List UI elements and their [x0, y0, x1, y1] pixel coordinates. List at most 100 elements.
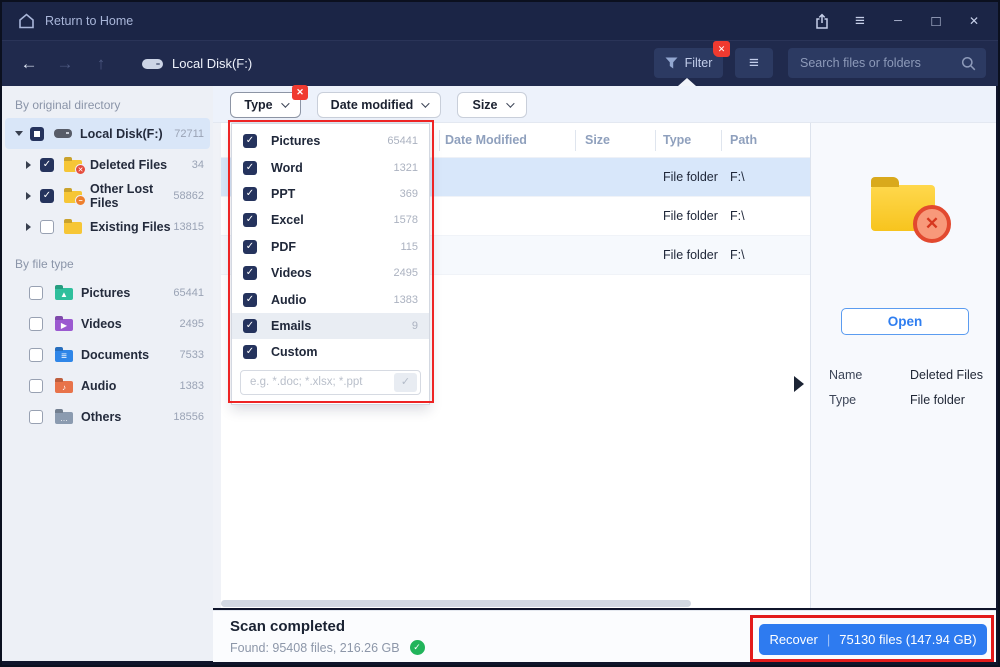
search-box[interactable]	[788, 48, 986, 78]
type-checkbox-videos[interactable]	[29, 316, 43, 331]
dropdown-checkbox[interactable]	[243, 318, 257, 333]
recover-button[interactable]: Recover | 75130 files (147.94 GB)	[759, 624, 987, 655]
collapse-caret-icon[interactable]	[26, 160, 31, 169]
dropdown-checkbox[interactable]	[243, 186, 257, 201]
size-filter-button[interactable]: Size	[457, 92, 527, 118]
success-check-icon	[409, 640, 425, 655]
back-button[interactable]: ←	[14, 49, 44, 79]
close-icon[interactable]	[966, 13, 982, 29]
tree-checkbox-local-disk[interactable]	[30, 126, 44, 141]
videos-folder-icon	[55, 318, 73, 331]
filter-button[interactable]: Filter	[654, 41, 730, 78]
detail-type-row: Type File folder	[829, 393, 965, 407]
dropdown-item-pdf[interactable]: PDF 115	[232, 234, 429, 260]
item-count: 7533	[179, 348, 204, 361]
scan-status-subtitle: Found: 95408 files, 216.26 GB	[230, 640, 425, 655]
tree-item-other-lost-files[interactable]: Other Lost Files 58862	[2, 180, 213, 211]
filter-clear-badge[interactable]	[713, 41, 730, 57]
tree-checkbox-other-lost-files[interactable]	[40, 188, 54, 203]
custom-extension-field	[240, 369, 421, 395]
horizontal-scrollbar-track[interactable]	[221, 599, 807, 609]
maximize-icon[interactable]	[928, 13, 944, 29]
dropdown-checkbox[interactable]	[243, 213, 257, 228]
dropdown-item-emails[interactable]: Emails 9	[232, 312, 429, 340]
sidebar: By original directory Local Disk(F:) 727…	[2, 86, 213, 661]
search-input[interactable]	[800, 56, 961, 70]
audio-folder-icon	[55, 380, 73, 393]
type-checkbox-documents[interactable]	[29, 347, 43, 362]
view-menu-button[interactable]	[735, 48, 773, 78]
filter-popup-caret	[678, 78, 696, 86]
dropdown-checkbox[interactable]	[243, 266, 257, 281]
column-type[interactable]: Type	[663, 133, 691, 147]
dropdown-item-excel[interactable]: Excel 1578	[232, 207, 429, 233]
sidebar-section-file-type: By file type	[15, 257, 74, 271]
pictures-folder-icon	[55, 287, 73, 300]
dropdown-checkbox[interactable]	[243, 134, 257, 149]
dropdown-item-word[interactable]: Word 1321	[232, 154, 429, 180]
dropdown-item-custom[interactable]: Custom	[232, 339, 429, 365]
tree-checkbox-existing-files[interactable]	[40, 219, 54, 234]
app-menu-icon[interactable]	[852, 13, 868, 29]
chevron-down-icon	[505, 99, 515, 108]
tree-item-local-disk[interactable]: Local Disk(F:) 72711	[5, 118, 210, 149]
type-item-documents[interactable]: Documents 7533	[2, 339, 213, 370]
type-item-audio[interactable]: Audio 1383	[2, 370, 213, 401]
item-count: 34	[191, 158, 204, 171]
return-home-label: Return to Home	[45, 14, 134, 28]
column-date-modified[interactable]: Date Modified	[445, 133, 527, 147]
location-breadcrumb[interactable]: Local Disk(F:)	[142, 56, 252, 71]
dropdown-item-ppt[interactable]: PPT 369	[232, 181, 429, 207]
type-filter-dropdown: Pictures 65441 Word 1321 PPT 369 Excel 1…	[231, 123, 430, 405]
panel-collapse-arrow[interactable]	[794, 376, 804, 392]
collapse-caret-icon[interactable]	[26, 222, 31, 231]
status-bar: Scan completed Found: 95408 files, 216.2…	[213, 610, 996, 662]
dropdown-checkbox[interactable]	[243, 292, 257, 307]
title-bar: Return to Home	[2, 2, 998, 40]
type-item-videos[interactable]: Videos 2495	[2, 308, 213, 339]
open-button[interactable]: Open	[841, 308, 969, 335]
dropdown-item-videos[interactable]: Videos 2495	[232, 260, 429, 286]
expand-caret-icon[interactable]	[15, 131, 23, 136]
type-item-pictures[interactable]: Pictures 65441	[2, 277, 213, 308]
type-filter-button[interactable]: Type	[230, 85, 308, 118]
tree-item-deleted-files[interactable]: Deleted Files 34	[2, 149, 213, 180]
collapse-caret-icon[interactable]	[26, 191, 31, 200]
drive-icon	[142, 58, 163, 69]
column-path[interactable]: Path	[730, 133, 757, 147]
sidebar-scrollbar-track[interactable]	[213, 123, 221, 608]
column-size[interactable]: Size	[585, 133, 610, 147]
type-filter-clear-badge[interactable]	[292, 85, 308, 100]
dropdown-checkbox[interactable]	[243, 345, 257, 360]
type-item-others[interactable]: Others 18556	[2, 401, 213, 432]
lost-folder-icon	[64, 190, 86, 206]
share-icon[interactable]	[814, 13, 830, 29]
others-folder-icon	[55, 411, 73, 424]
chevron-down-icon	[421, 99, 430, 108]
custom-apply-button[interactable]	[394, 372, 417, 392]
up-button[interactable]: ↑	[86, 49, 116, 79]
horizontal-scrollbar-thumb[interactable]	[221, 600, 691, 607]
type-checkbox-others[interactable]	[29, 409, 43, 424]
dropdown-item-audio[interactable]: Audio 1383	[232, 286, 429, 312]
return-home-button[interactable]: Return to Home	[18, 13, 133, 29]
drive-icon	[54, 129, 72, 138]
dropdown-checkbox[interactable]	[243, 239, 257, 254]
scan-status-title: Scan completed	[230, 618, 346, 635]
forward-button[interactable]: →	[50, 49, 80, 79]
tree-item-existing-files[interactable]: Existing Files 13815	[2, 211, 213, 242]
funnel-icon	[665, 57, 678, 68]
dropdown-item-pictures[interactable]: Pictures 65441	[232, 128, 429, 154]
detail-name-row: Name Deleted Files	[829, 368, 983, 382]
folder-icon	[64, 221, 82, 234]
type-checkbox-pictures[interactable]	[29, 285, 43, 300]
date-filter-button[interactable]: Date modified	[317, 92, 441, 118]
item-count: 65441	[173, 286, 204, 299]
tree-checkbox-deleted-files[interactable]	[40, 157, 54, 172]
item-count: 58862	[173, 189, 204, 202]
type-checkbox-audio[interactable]	[29, 378, 43, 393]
minimize-icon[interactable]	[890, 13, 906, 29]
details-panel: Open Name Deleted Files Type File folder	[811, 123, 996, 608]
dropdown-checkbox[interactable]	[243, 160, 257, 175]
filter-strip: Type Date modified Size	[213, 85, 996, 123]
